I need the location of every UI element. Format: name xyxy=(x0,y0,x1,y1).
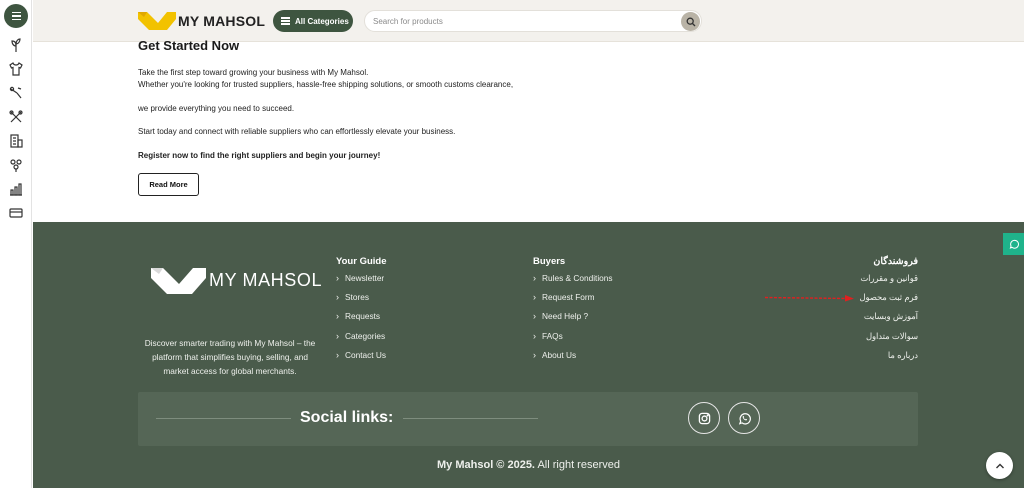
footer-link-contact-us[interactable]: › Contact Us xyxy=(336,350,387,369)
link-label: About Us xyxy=(542,349,577,360)
chevron-right-icon: › xyxy=(336,273,339,283)
chevron-right-icon: › xyxy=(533,292,536,303)
footer-link-stores[interactable]: › Stores xyxy=(336,292,387,311)
link-label: FAQs xyxy=(542,330,563,341)
footer-link-categories[interactable]: › Categories xyxy=(336,331,387,350)
link-label: Contact Us xyxy=(345,349,387,360)
copyright: My Mahsol © 2025. All right reserved xyxy=(33,459,1024,471)
left-rail xyxy=(0,0,32,488)
top-header: MY MAHSOL All Categories xyxy=(33,0,1024,42)
link-label: Need Help ? xyxy=(542,311,589,322)
tool-icon[interactable] xyxy=(8,85,24,101)
sellers-column: فروشندگان قوانین و مقررات فرم ثبت محصول … xyxy=(823,256,918,369)
back-to-top-button[interactable] xyxy=(986,452,1013,479)
copyright-rest: All right reserved xyxy=(535,459,620,471)
chevron-right-icon: › xyxy=(533,273,536,283)
social-links-label: Social links: xyxy=(300,409,394,426)
all-categories-button[interactable]: All Categories xyxy=(273,10,353,32)
card-icon[interactable] xyxy=(8,205,24,221)
chevron-right-icon: › xyxy=(336,311,339,322)
paragraph-line-2: Whether you're looking for trusted suppl… xyxy=(138,80,514,89)
link-label: Newsletter xyxy=(345,273,385,283)
page: MY MAHSOL All Categories Get Started Now… xyxy=(0,0,1024,488)
annotation-arrow-icon xyxy=(765,295,854,302)
logo-mark-icon xyxy=(138,12,176,30)
footer-link-seller-rules[interactable]: قوانین و مقررات xyxy=(823,273,918,292)
site-logo[interactable]: MY MAHSOL xyxy=(138,9,265,33)
divider-left xyxy=(156,418,291,419)
footer-link-about-us[interactable]: › About Us xyxy=(533,350,613,369)
chevron-right-icon: › xyxy=(533,311,536,322)
footer-link-requests[interactable]: › Requests xyxy=(336,311,387,330)
flowers-icon[interactable] xyxy=(8,157,24,173)
footer-link-newsletter[interactable]: › Newsletter xyxy=(336,273,387,292)
search-bar xyxy=(364,10,702,32)
your-guide-title: Your Guide xyxy=(336,256,387,267)
read-more-button[interactable]: Read More xyxy=(138,173,199,196)
chevron-right-icon: › xyxy=(533,349,536,360)
your-guide-column: Your Guide › Newsletter › Stores › Requests… xyxy=(336,256,387,369)
search-icon[interactable] xyxy=(681,12,700,31)
footer-logo-mark-icon xyxy=(151,268,206,294)
section-title: Get Started Now xyxy=(138,38,240,53)
paragraph-line-4: Start today and connect with reliable su… xyxy=(138,127,456,136)
sellers-title: فروشندگان xyxy=(873,256,918,267)
sprout-icon[interactable] xyxy=(8,37,24,53)
chevron-right-icon: › xyxy=(336,330,339,341)
link-label: Request Form xyxy=(542,292,595,303)
link-label: Categories xyxy=(345,330,386,341)
get-started-section: Get Started Now Take the first step towa… xyxy=(138,38,738,196)
menu-icon[interactable] xyxy=(4,4,28,28)
social-links-bar: Social links: xyxy=(138,392,918,446)
building-icon[interactable] xyxy=(8,133,24,149)
paragraph-line-3: we provide everything you need to succee… xyxy=(138,104,295,113)
copyright-brand: My Mahsol © 2025. xyxy=(437,459,535,471)
logo-text: MY MAHSOL xyxy=(178,13,266,29)
link-label: Requests xyxy=(345,311,381,322)
footer-link-request-form[interactable]: › Request Form xyxy=(533,292,613,311)
footer-logo-text: MY MAHSOL xyxy=(209,269,323,290)
footer-link-need-help[interactable]: › Need Help ? xyxy=(533,311,613,330)
buyers-title: Buyers xyxy=(533,256,566,267)
link-label: Rules & Conditions xyxy=(542,273,613,283)
whatsapp-icon[interactable] xyxy=(728,402,760,434)
chart-icon[interactable] xyxy=(8,181,24,197)
footer-link-seller-faqs[interactable]: سوالات متداول xyxy=(823,331,918,350)
instagram-icon[interactable] xyxy=(688,402,720,434)
paragraph-cta: Register now to find the right suppliers… xyxy=(138,151,381,160)
chevron-right-icon: › xyxy=(336,292,339,303)
footer-link-faqs[interactable]: › FAQs xyxy=(533,331,613,350)
footer-link-rules[interactable]: › Rules & Conditions xyxy=(533,273,613,292)
shirt-icon[interactable] xyxy=(8,61,24,77)
whatsapp-float-icon[interactable] xyxy=(1003,233,1024,255)
footer-link-seller-about[interactable]: درباره ما xyxy=(823,350,918,369)
paragraph-line-1: Take the first step toward growing your … xyxy=(138,68,369,77)
search-input[interactable] xyxy=(373,15,673,28)
footer-logo[interactable]: MY MAHSOL xyxy=(151,264,322,296)
footer-link-site-tutorial[interactable]: آموزش وبسایت xyxy=(823,311,918,330)
footer-description: Discover smarter trading with My Mahsol … xyxy=(144,338,316,376)
chevron-right-icon: › xyxy=(533,330,536,341)
hamburger-icon xyxy=(281,16,290,27)
buyers-column: Buyers › Rules & Conditions › Request Form… xyxy=(533,256,613,369)
divider-right xyxy=(403,418,538,419)
wrench-cross-icon[interactable] xyxy=(8,109,24,125)
chevron-right-icon: › xyxy=(336,349,339,360)
link-label: Stores xyxy=(345,292,369,303)
chevron-up-icon xyxy=(995,463,1004,468)
footer: MY MAHSOL Discover smarter trading with … xyxy=(33,222,1024,488)
all-categories-label: All Categories xyxy=(295,16,349,26)
